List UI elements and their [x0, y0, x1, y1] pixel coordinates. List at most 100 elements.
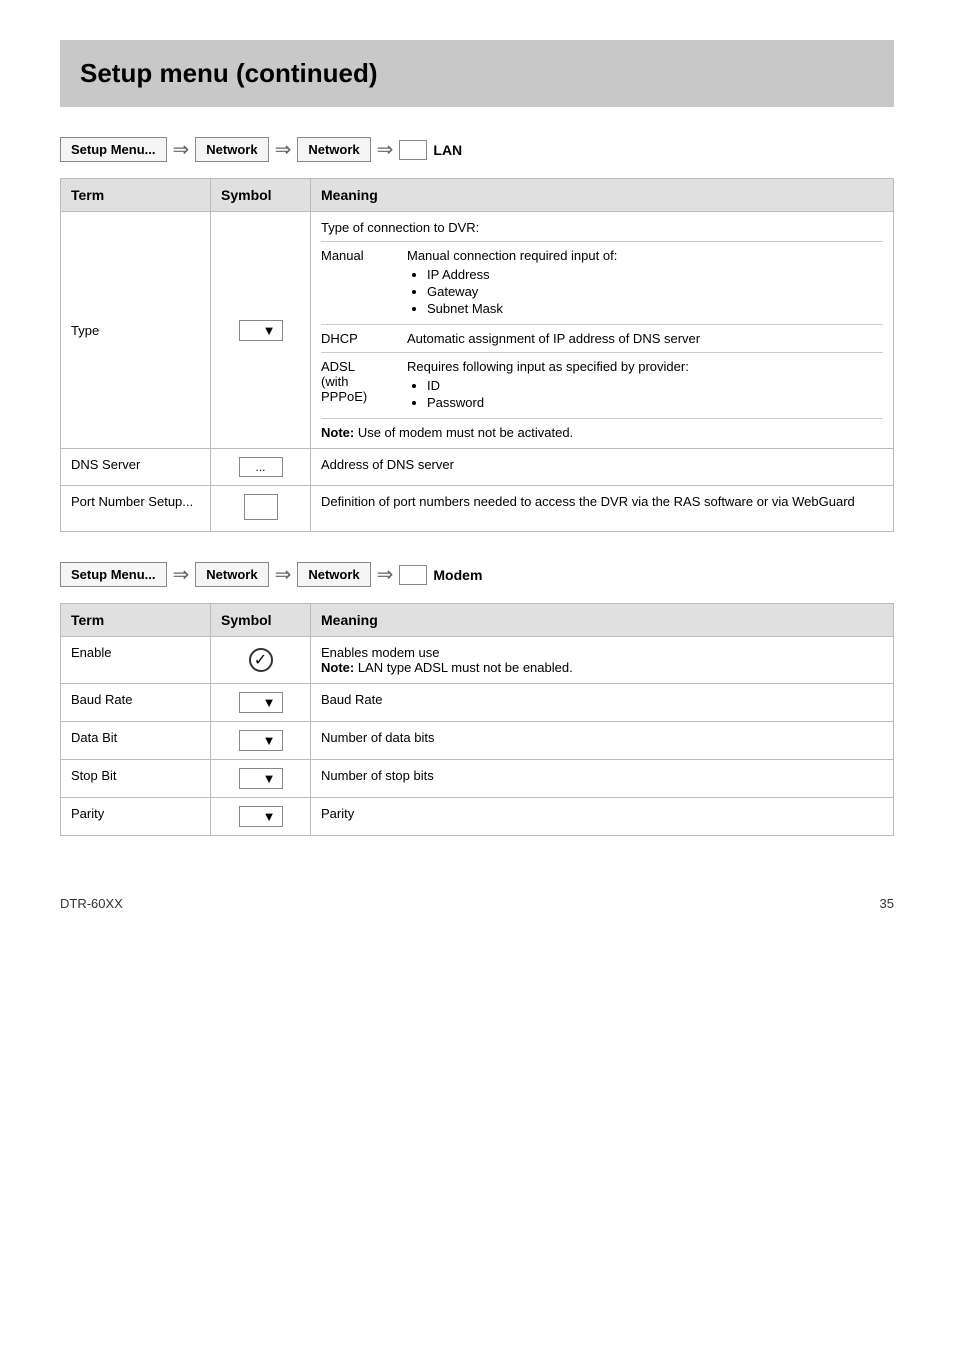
databit-dropdown[interactable]: ▼ — [239, 730, 283, 751]
enable-note-label: Note: — [321, 660, 354, 675]
breadcrumb-1: Setup Menu... ⇒ Network ⇒ Network ⇒ LAN — [60, 137, 894, 162]
table-2: Term Symbol Meaning Enable ✓ Enables mod… — [60, 603, 894, 836]
table-row: Parity ▼ Parity — [61, 798, 894, 836]
dropdown-arrow-icon: ▼ — [263, 809, 276, 824]
port-symbol — [211, 486, 311, 532]
databit-meaning: Number of data bits — [311, 722, 894, 760]
port-rect-icon — [244, 494, 278, 520]
enable-term: Enable — [61, 637, 211, 684]
table1-header-symbol: Symbol — [211, 179, 311, 212]
baud-meaning: Baud Rate — [311, 684, 894, 722]
footer-model: DTR-60XX — [60, 896, 123, 911]
adsl-label: ADSL(withPPPoE) — [321, 359, 391, 412]
type-intro: Type of connection to DVR: — [321, 220, 883, 242]
table-row: Port Number Setup... Definition of port … — [61, 486, 894, 532]
adsl-row: ADSL(withPPPoE) Requires following input… — [321, 359, 883, 419]
table-row: Baud Rate ▼ Baud Rate — [61, 684, 894, 722]
manual-desc-block: Manual connection required input of: IP … — [407, 248, 617, 318]
table-row: DNS Server ... Address of DNS server — [61, 449, 894, 486]
adsl-desc: Requires following input as specified by… — [407, 359, 689, 374]
breadcrumb-arrow-1b: ⇒ — [275, 137, 292, 162]
type-term: Type — [61, 212, 211, 449]
parity-symbol: ▼ — [211, 798, 311, 836]
stopbit-dropdown[interactable]: ▼ — [239, 768, 283, 789]
table2-header-term: Term — [61, 604, 211, 637]
table2-header-symbol: Symbol — [211, 604, 311, 637]
type-symbol: ▼ — [211, 212, 311, 449]
breadcrumb-final-label-2: Modem — [433, 567, 482, 583]
adsl-desc-block: Requires following input as specified by… — [407, 359, 689, 412]
dhcp-label: DHCP — [321, 331, 391, 346]
breadcrumb-arrow-2b: ⇒ — [275, 562, 292, 587]
breadcrumb-arrow-1c: ⇒ — [377, 137, 394, 162]
breadcrumb-final-label-1: LAN — [433, 142, 462, 158]
dns-button[interactable]: ... — [239, 457, 283, 477]
breadcrumb-2: Setup Menu... ⇒ Network ⇒ Network ⇒ Mode… — [60, 562, 894, 587]
parity-dropdown[interactable]: ▼ — [239, 806, 283, 827]
dhcp-row: DHCP Automatic assignment of IP address … — [321, 331, 883, 353]
databit-term: Data Bit — [61, 722, 211, 760]
enable-checkbox-icon[interactable]: ✓ — [249, 648, 273, 672]
table-row: Enable ✓ Enables modem use Note: LAN typ… — [61, 637, 894, 684]
port-meaning: Definition of port numbers needed to acc… — [311, 486, 894, 532]
breadcrumb-arrow-2c: ⇒ — [377, 562, 394, 587]
breadcrumb-network2-1: Network — [297, 137, 370, 162]
type-note-label: Note: — [321, 425, 354, 440]
breadcrumb-final-1: LAN — [399, 140, 462, 160]
page-title: Setup menu (continued) — [60, 40, 894, 107]
table-row: Data Bit ▼ Number of data bits — [61, 722, 894, 760]
parity-meaning: Parity — [311, 798, 894, 836]
adsl-bullet-2: Password — [427, 395, 689, 410]
enable-symbol: ✓ — [211, 637, 311, 684]
breadcrumb-arrow-2a: ⇒ — [173, 562, 190, 587]
table1-header-term: Term — [61, 179, 211, 212]
enable-note-text: LAN type ADSL must not be enabled. — [354, 660, 573, 675]
dns-meaning: Address of DNS server — [311, 449, 894, 486]
table-row: Stop Bit ▼ Number of stop bits — [61, 760, 894, 798]
baud-symbol: ▼ — [211, 684, 311, 722]
table2-header-meaning: Meaning — [311, 604, 894, 637]
dropdown-arrow-icon: ▼ — [263, 695, 276, 710]
table-row: Type ▼ Type of connection to DVR: Manual… — [61, 212, 894, 449]
baud-term: Baud Rate — [61, 684, 211, 722]
adsl-bullets: ID Password — [407, 378, 689, 410]
adsl-bullet-1: ID — [427, 378, 689, 393]
dns-symbol: ... — [211, 449, 311, 486]
manual-row: Manual Manual connection required input … — [321, 248, 883, 325]
table-1: Term Symbol Meaning Type ▼ Type of conne… — [60, 178, 894, 532]
footer: DTR-60XX 35 — [60, 896, 894, 911]
enable-meaning-main: Enables modem use — [321, 645, 883, 660]
enable-note: Note: LAN type ADSL must not be enabled. — [321, 660, 883, 675]
breadcrumb-network1-2: Network — [195, 562, 268, 587]
page: Setup menu (continued) Setup Menu... ⇒ N… — [0, 0, 954, 951]
parity-term: Parity — [61, 798, 211, 836]
manual-bullet-3: Subnet Mask — [427, 301, 617, 316]
breadcrumb-icon-2 — [399, 565, 427, 585]
breadcrumb-network1-1: Network — [195, 137, 268, 162]
dropdown-arrow-icon: ▼ — [263, 771, 276, 786]
type-note-text: Use of modem must not be activated. — [354, 425, 573, 440]
footer-page: 35 — [880, 896, 894, 911]
manual-desc: Manual connection required input of: — [407, 248, 617, 263]
dropdown-arrow-icon: ▼ — [263, 733, 276, 748]
databit-symbol: ▼ — [211, 722, 311, 760]
dropdown-arrow-icon: ▼ — [263, 323, 276, 338]
breadcrumb-final-2: Modem — [399, 565, 482, 585]
breadcrumb-setup-menu-1: Setup Menu... — [60, 137, 167, 162]
breadcrumb-network2-2: Network — [297, 562, 370, 587]
breadcrumb-setup-menu-2: Setup Menu... — [60, 562, 167, 587]
enable-meaning: Enables modem use Note: LAN type ADSL mu… — [311, 637, 894, 684]
table1-header-meaning: Meaning — [311, 179, 894, 212]
breadcrumb-arrow-1a: ⇒ — [173, 137, 190, 162]
manual-bullet-2: Gateway — [427, 284, 617, 299]
dhcp-desc: Automatic assignment of IP address of DN… — [407, 331, 700, 346]
port-term: Port Number Setup... — [61, 486, 211, 532]
type-dropdown[interactable]: ▼ — [239, 320, 283, 341]
type-meaning: Type of connection to DVR: Manual Manual… — [311, 212, 894, 449]
stopbit-term: Stop Bit — [61, 760, 211, 798]
manual-bullet-1: IP Address — [427, 267, 617, 282]
manual-bullets: IP Address Gateway Subnet Mask — [407, 267, 617, 316]
manual-label: Manual — [321, 248, 391, 318]
breadcrumb-icon-1 — [399, 140, 427, 160]
baud-dropdown[interactable]: ▼ — [239, 692, 283, 713]
